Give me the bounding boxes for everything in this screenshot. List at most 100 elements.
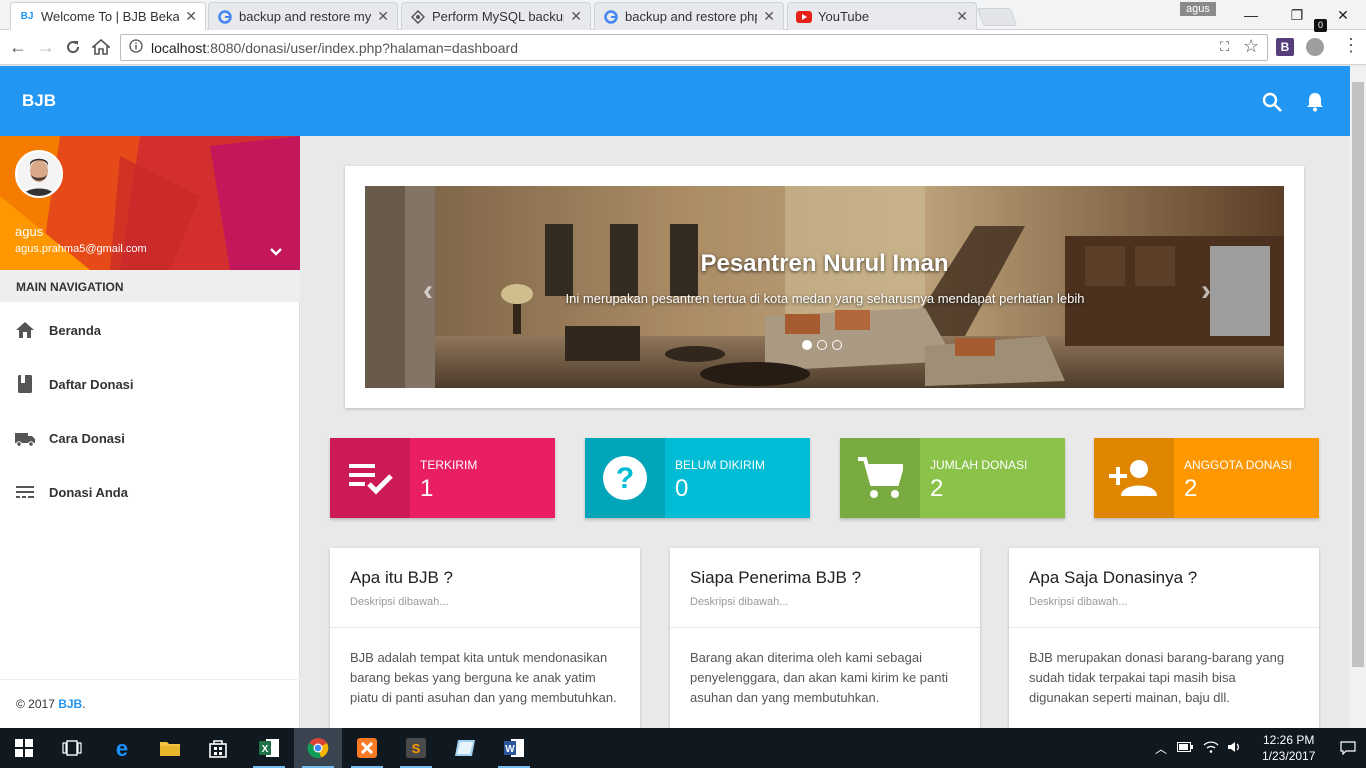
paint-app-icon[interactable] (441, 728, 489, 768)
info-box-belum-dikirim[interactable]: ? BELUM DIKIRIM 0 (585, 438, 810, 518)
card-subtitle: Deskripsi dibawah... (690, 596, 789, 608)
card-apa-itu-bjb: Apa itu BJB ? Deskripsi dibawah... BJB a… (330, 548, 640, 728)
sidebar-item-beranda[interactable]: Beranda (0, 303, 300, 357)
google-favicon-icon (217, 9, 233, 25)
excel-icon[interactable]: X (245, 728, 293, 768)
xampp-icon[interactable] (343, 728, 391, 768)
task-view-icon[interactable] (48, 728, 96, 768)
bookmark-star-icon[interactable]: ☆ (1243, 36, 1259, 57)
close-tab-icon[interactable]: ✕ (570, 8, 582, 25)
user-name: agus (15, 224, 44, 239)
chevron-down-icon[interactable] (268, 244, 284, 260)
info-box-label: TERKIRIM (420, 458, 478, 472)
wifi-icon[interactable] (1203, 740, 1219, 756)
chevron-up-icon[interactable]: ︿ (1155, 740, 1167, 757)
carousel-title: Pesantren Nurul Iman (700, 250, 949, 277)
sidebar-item-donasi-anda[interactable]: Donasi Anda (0, 465, 300, 519)
info-box-anggota-donasi[interactable]: ANGGOTA DONASI 2 (1094, 438, 1319, 518)
carousel-indicator[interactable] (817, 340, 827, 350)
sidebar-item-label: Beranda (49, 322, 102, 338)
living-room-photo (365, 186, 1284, 388)
browser-toolbar: ← → localhost:8080/donasi/user/index.php… (0, 30, 1366, 65)
carousel-indicator[interactable] (832, 340, 842, 350)
carousel-prev-icon[interactable]: ‹ (423, 274, 433, 308)
word-icon[interactable]: W (490, 728, 538, 768)
notification-center-icon[interactable] (1330, 728, 1366, 768)
card-title: Siapa Penerima BJB ? (690, 568, 862, 587)
search-icon[interactable] (1261, 91, 1283, 113)
playlist-check-icon (330, 438, 410, 518)
truck-icon (14, 427, 36, 449)
tab-title: Welcome To | BJB Bekas (41, 9, 180, 24)
reload-icon[interactable] (65, 37, 81, 60)
browser-tab[interactable]: Perform MySQL backup ✕ (401, 2, 591, 30)
back-arrow-icon[interactable]: ← (9, 37, 27, 58)
person-add-icon (1094, 438, 1174, 518)
extension-icon[interactable] (1306, 38, 1324, 56)
page-info-icon[interactable] (129, 39, 143, 56)
avatar[interactable] (15, 150, 63, 198)
list-icon (14, 481, 36, 503)
card-title: Apa itu BJB ? (350, 568, 454, 587)
brand-logo[interactable]: BJB (22, 91, 56, 111)
info-box-value: 2 (1184, 475, 1198, 502)
svg-text:X: X (262, 744, 269, 755)
bootstrap-extension-icon[interactable]: B (1276, 38, 1294, 56)
browser-tab[interactable]: backup and restore php ✕ (594, 2, 784, 30)
address-bar[interactable]: localhost:8080/donasi/user/index.php?hal… (120, 34, 1268, 61)
sidebar-item-label: Donasi Anda (49, 484, 128, 500)
tab-title: backup and restore mysql (239, 9, 372, 24)
translate-icon[interactable]: ⛶ (1220, 39, 1229, 55)
close-tab-icon[interactable]: ✕ (763, 8, 775, 25)
sidebar-item-label: Daftar Donasi (49, 376, 134, 392)
info-box-jumlah-donasi[interactable]: JUMLAH DONASI 2 (840, 438, 1065, 518)
carousel-description: Ini merupakan pesantren tertua di kota m… (565, 291, 1085, 306)
minimize-icon[interactable]: — (1228, 7, 1274, 23)
chrome-icon[interactable] (294, 728, 342, 768)
store-icon[interactable] (194, 728, 242, 768)
browser-tab[interactable]: backup and restore mysql ✕ (208, 2, 398, 30)
volume-icon[interactable] (1227, 741, 1243, 756)
card-header: Apa itu BJB ? Deskripsi dibawah... (330, 548, 640, 628)
edge-browser-icon[interactable]: e (98, 728, 146, 768)
close-tab-icon[interactable]: ✕ (956, 8, 968, 25)
svg-text:e: e (116, 737, 128, 759)
home-icon[interactable] (90, 37, 112, 60)
close-tab-icon[interactable]: ✕ (185, 8, 197, 25)
notification-count-badge: 0 (1314, 19, 1327, 32)
browser-tab[interactable]: YouTube ✕ (787, 2, 977, 30)
tab-title: YouTube (818, 9, 870, 24)
forward-arrow-icon[interactable]: → (37, 37, 55, 58)
browser-menu-icon[interactable]: ⋮ (1342, 35, 1360, 56)
google-favicon-icon (603, 9, 619, 25)
notifications-icon[interactable] (1305, 91, 1327, 113)
sublime-text-icon[interactable]: S (392, 728, 440, 768)
sidebar-item-daftar-donasi[interactable]: Daftar Donasi (0, 357, 300, 411)
info-box-terkirim[interactable]: TERKIRIM 1 (330, 438, 555, 518)
system-clock[interactable]: 12:26 PM 1/23/2017 (1262, 732, 1315, 764)
scrollbar-thumb[interactable] (1352, 82, 1364, 667)
file-explorer-icon[interactable] (146, 728, 194, 768)
info-box-label: ANGGOTA DONASI (1184, 458, 1292, 472)
sidebar-item-cara-donasi[interactable]: Cara Donasi (0, 411, 300, 465)
cart-icon (840, 438, 920, 518)
card-siapa-penerima: Siapa Penerima BJB ? Deskripsi dibawah..… (670, 548, 980, 728)
browser-tab[interactable]: BJ Welcome To | BJB Bekas ✕ (10, 2, 206, 30)
user-info-panel: agus agus.prahma5@gmail.com (0, 136, 300, 270)
tab-title: backup and restore php (625, 9, 758, 24)
card-title: Apa Saja Donasinya ? (1029, 568, 1198, 587)
footer-brand-link[interactable]: BJB (58, 697, 82, 711)
card-header: Siapa Penerima BJB ? Deskripsi dibawah..… (670, 548, 980, 628)
card-body: BJB merupakan donasi barang-barang yang … (1029, 650, 1285, 705)
nav-header: MAIN NAVIGATION (0, 270, 300, 302)
battery-icon[interactable] (1177, 741, 1194, 755)
footer-copyright: © 2017 (16, 697, 59, 711)
carousel-indicator[interactable] (802, 340, 812, 350)
carousel-indicators (802, 340, 842, 350)
browser-profile-chip[interactable]: agus (1180, 2, 1216, 16)
close-tab-icon[interactable]: ✕ (377, 8, 389, 25)
carousel-next-icon[interactable]: › (1201, 274, 1211, 308)
windows-start-icon[interactable] (0, 728, 48, 768)
card-apa-saja-donasinya: Apa Saja Donasinya ? Deskripsi dibawah..… (1009, 548, 1319, 728)
new-tab-button[interactable] (976, 8, 1018, 26)
